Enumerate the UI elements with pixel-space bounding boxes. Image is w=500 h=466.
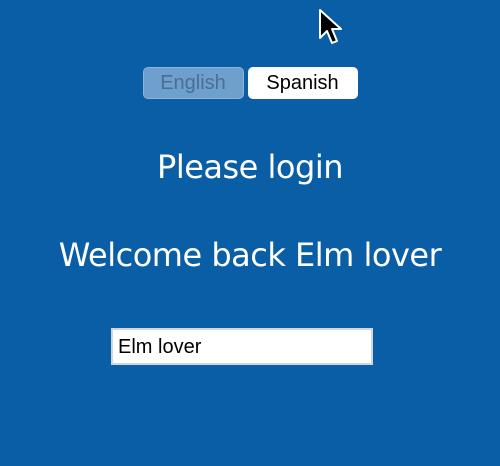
mouse-pointer-icon xyxy=(319,9,342,44)
spanish-button[interactable]: Spanish xyxy=(247,67,358,99)
name-input[interactable] xyxy=(111,328,373,365)
login-title: Please login xyxy=(157,148,343,186)
language-selector: English Spanish xyxy=(0,67,500,99)
welcome-message: Welcome back Elm lover xyxy=(58,236,442,274)
english-button[interactable]: English xyxy=(142,67,244,99)
